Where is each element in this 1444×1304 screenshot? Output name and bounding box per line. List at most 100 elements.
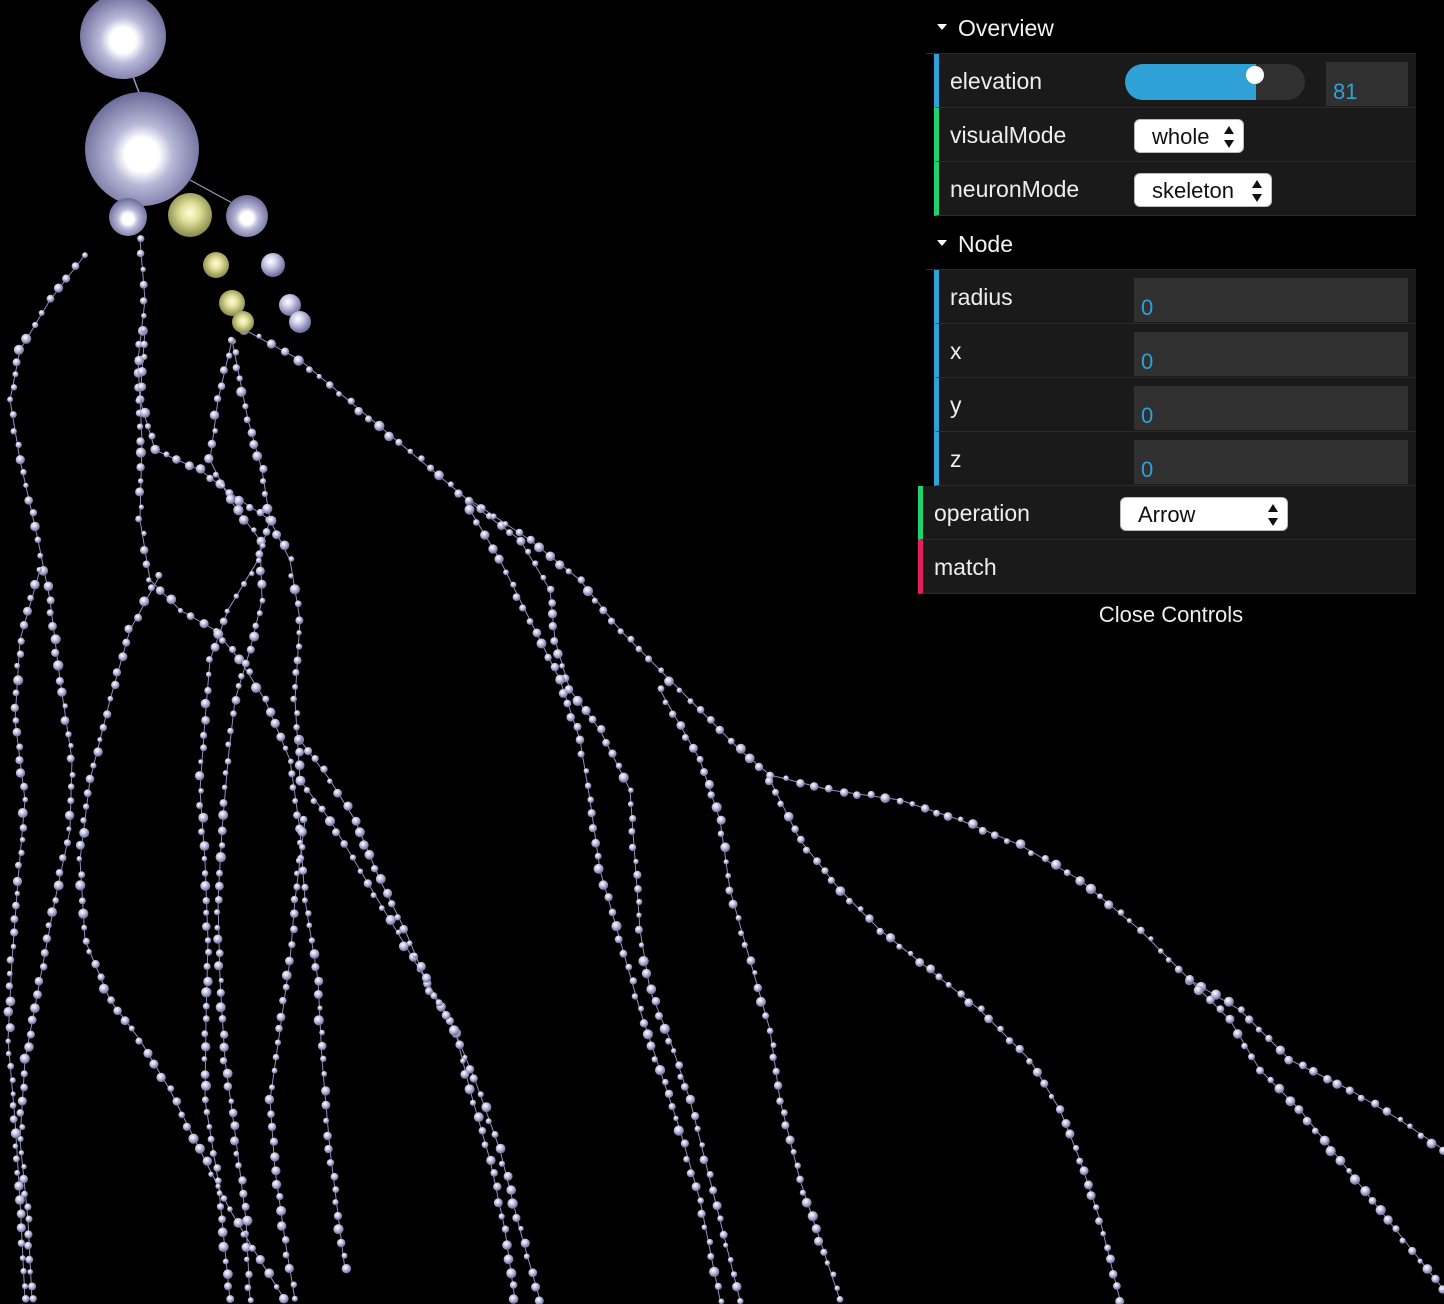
dendrite-node[interactable] <box>1073 1145 1080 1152</box>
dendrite-node[interactable] <box>198 812 209 823</box>
dendrite-node[interactable] <box>406 940 413 947</box>
dendrite-node[interactable] <box>364 849 375 860</box>
dendrite-node[interactable] <box>202 1156 212 1166</box>
dendrite-node[interactable] <box>167 1085 175 1092</box>
dendrite-node[interactable] <box>324 816 336 827</box>
dendrite-node[interactable] <box>1148 936 1154 942</box>
dendrite-node[interactable] <box>277 1221 287 1231</box>
dendrite-node[interactable] <box>219 799 228 808</box>
dendrite-node[interactable] <box>333 788 342 798</box>
dendrite-node[interactable] <box>293 883 301 891</box>
dendrite-node[interactable] <box>6 970 13 977</box>
dendrite-node[interactable] <box>555 674 566 685</box>
dendrite-node[interactable] <box>558 688 568 698</box>
dendrite-node[interactable] <box>645 655 653 663</box>
dendrite-node[interactable] <box>715 725 725 735</box>
dendrite-node[interactable] <box>1375 1205 1386 1216</box>
dendrite-node[interactable] <box>709 1266 720 1277</box>
dendrite-node[interactable] <box>199 619 209 629</box>
dendrite-node[interactable] <box>213 395 222 403</box>
dendrite-node[interactable] <box>501 1225 510 1233</box>
dendrite-node[interactable] <box>219 1057 228 1065</box>
dendrite-node[interactable] <box>141 530 147 537</box>
dendrite-node[interactable] <box>10 428 17 435</box>
dendrite-node[interactable] <box>238 673 245 680</box>
dendrite-node[interactable] <box>19 824 28 832</box>
dendrite-node[interactable] <box>216 1203 225 1211</box>
dendrite-node[interactable] <box>694 1125 701 1132</box>
dendrite-node[interactable] <box>295 643 303 650</box>
dendrite-node[interactable] <box>495 1143 506 1154</box>
dendrite-node[interactable] <box>1225 1014 1235 1024</box>
dendrite-node[interactable] <box>655 1012 663 1020</box>
dendrite-node[interactable] <box>591 597 599 604</box>
dendrite-node[interactable] <box>349 854 357 861</box>
dendrite-node[interactable] <box>680 1139 690 1148</box>
dendrite-node[interactable] <box>502 1240 512 1250</box>
dendrite-node[interactable] <box>17 637 25 645</box>
dendrite-node[interactable] <box>857 906 864 912</box>
dendrite-node[interactable] <box>140 546 149 555</box>
dendrite-node[interactable] <box>752 970 758 976</box>
dendrite-node[interactable] <box>37 552 44 559</box>
dendrite-node[interactable] <box>230 1121 240 1131</box>
dendrite-node[interactable] <box>274 1039 281 1046</box>
dendrite-node[interactable] <box>282 745 289 751</box>
dendrite-node[interactable] <box>1174 965 1183 974</box>
operation-select[interactable]: Arrow <box>1120 497 1288 531</box>
dendrite-node[interactable] <box>548 599 557 607</box>
dendrite-node[interactable] <box>199 841 210 851</box>
dendrite-node[interactable] <box>317 1041 327 1051</box>
dendrite-node[interactable] <box>943 812 953 821</box>
dendrite-node[interactable] <box>135 487 145 497</box>
dendrite-node[interactable] <box>67 797 75 805</box>
dendrite-node[interactable] <box>216 1190 223 1197</box>
dendrite-node[interactable] <box>227 336 235 344</box>
dendrite-node[interactable] <box>332 1186 340 1193</box>
dendrite-node[interactable] <box>271 1067 278 1074</box>
dendrite-node[interactable] <box>1255 1026 1262 1033</box>
dendrite-node[interactable] <box>205 948 213 956</box>
dendrite-node[interactable] <box>707 1253 715 1260</box>
dendrite-node[interactable] <box>375 874 386 884</box>
dendrite-node[interactable] <box>85 774 95 784</box>
dendrite-node[interactable] <box>1417 1258 1423 1264</box>
dendrite-node[interactable] <box>230 710 237 717</box>
dendrite-node[interactable] <box>1275 1045 1286 1055</box>
dendrite-node[interactable] <box>1137 926 1145 935</box>
dendrite-node[interactable] <box>299 815 308 824</box>
dendrite-node[interactable] <box>217 826 227 836</box>
dendrite-node[interactable] <box>336 1238 346 1248</box>
dendrite-node[interactable] <box>24 1203 32 1211</box>
dendrite-node[interactable] <box>136 437 145 446</box>
dendrite-node[interactable] <box>10 1091 16 1097</box>
dendrite-node[interactable] <box>256 333 262 339</box>
dendrite-node[interactable] <box>194 1143 205 1154</box>
dendrite-node[interactable] <box>203 1108 211 1116</box>
dendrite-node[interactable] <box>545 551 556 562</box>
dendrite-node[interactable] <box>9 1102 17 1109</box>
dendrite-node[interactable] <box>93 747 103 757</box>
dendrite-node[interactable] <box>64 810 75 821</box>
dendrite-node[interactable] <box>10 943 17 950</box>
dendrite-node[interactable] <box>701 1224 708 1231</box>
dendrite-node[interactable] <box>341 1252 348 1259</box>
dendrite-node[interactable] <box>198 828 205 836</box>
dendrite-node[interactable] <box>262 503 273 514</box>
dendrite-node[interactable] <box>1232 1029 1243 1039</box>
dendrite-node[interactable] <box>711 802 722 813</box>
dendrite-node[interactable] <box>302 897 308 904</box>
dendrite-node[interactable] <box>1335 1155 1346 1166</box>
dendrite-node[interactable] <box>202 1002 210 1010</box>
dendrite-node[interactable] <box>735 915 742 921</box>
dendrite-node[interactable] <box>215 949 224 958</box>
dendrite-node[interactable] <box>99 723 108 732</box>
dendrite-node[interactable] <box>1126 918 1132 924</box>
dendrite-node[interactable] <box>288 770 296 778</box>
dendrite-node[interactable] <box>296 630 302 636</box>
dendrite-node[interactable] <box>584 782 592 790</box>
y-input[interactable]: 0 <box>1134 386 1408 430</box>
dendrite-node[interactable] <box>628 843 637 852</box>
dendrite-node[interactable] <box>166 594 177 605</box>
dendrite-node[interactable] <box>1117 909 1125 916</box>
